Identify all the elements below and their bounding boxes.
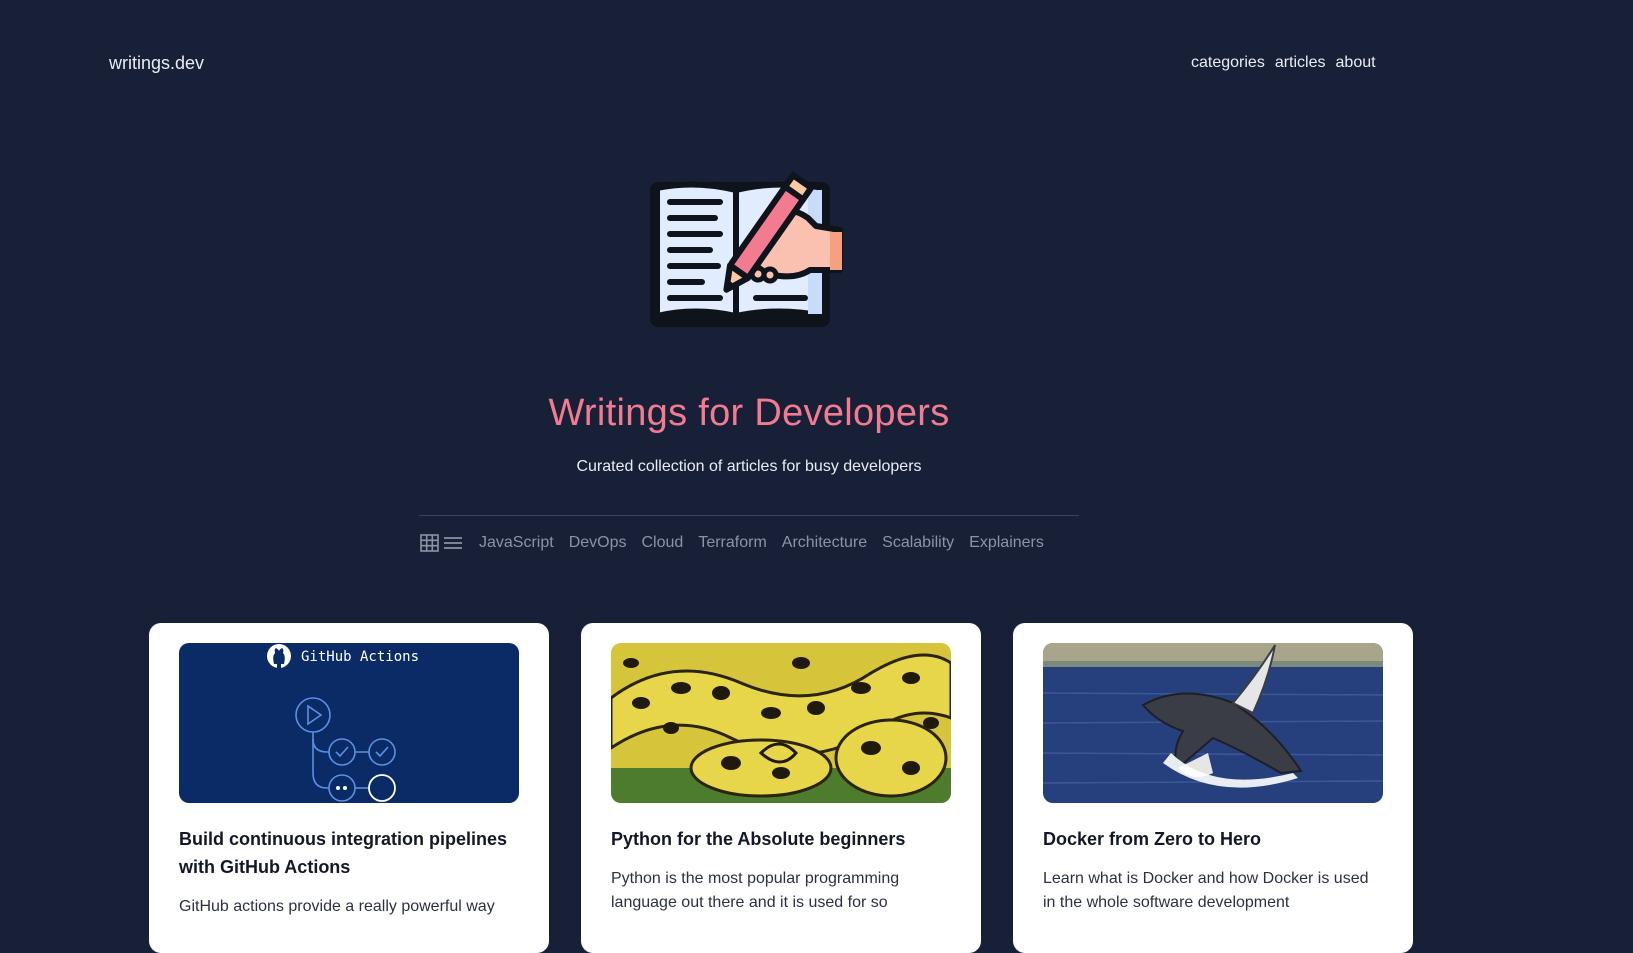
hero-subtitle: Curated collection of articles for busy … xyxy=(576,458,922,475)
image-caption: GitHub Actions xyxy=(301,649,419,665)
article-excerpt: Learn what is Docker and how Docker is u… xyxy=(1043,870,1369,911)
category-javascript[interactable]: JavaScript xyxy=(479,534,554,552)
python-snake-image xyxy=(611,643,951,803)
article-card-python[interactable]: Python for the Absolute beginners Python… xyxy=(581,623,981,953)
category-terraform[interactable]: Terraform xyxy=(698,534,766,552)
category-explainers[interactable]: Explainers xyxy=(969,534,1044,552)
nav-articles[interactable]: articles xyxy=(1275,54,1326,72)
top-nav: categories articles about xyxy=(1191,54,1376,72)
category-architecture[interactable]: Architecture xyxy=(782,534,867,552)
nav-categories[interactable]: categories xyxy=(1191,54,1265,72)
article-title[interactable]: Python for the Absolute beginners xyxy=(611,825,951,853)
article-excerpt: GitHub actions provide a really powerful… xyxy=(179,898,495,915)
book-and-pencil-icon xyxy=(640,160,860,345)
view-toggle xyxy=(420,534,463,552)
whale-image xyxy=(1043,643,1383,803)
site-brand[interactable]: writings.dev xyxy=(109,53,204,74)
category-scalability[interactable]: Scalability xyxy=(882,534,954,552)
article-card-docker[interactable]: Docker from Zero to Hero Learn what is D… xyxy=(1013,623,1413,953)
list-view-icon[interactable] xyxy=(443,534,463,552)
article-title[interactable]: Docker from Zero to Hero xyxy=(1043,825,1383,853)
github-actions-image: GitHub Actions xyxy=(179,643,519,803)
article-grid: GitHub Actions Build continuous integrat… xyxy=(149,623,1413,953)
article-card-github-actions[interactable]: GitHub Actions Build continuous integrat… xyxy=(149,623,549,953)
category-devops[interactable]: DevOps xyxy=(569,534,627,552)
category-cloud[interactable]: Cloud xyxy=(642,534,684,552)
article-title[interactable]: Build continuous integration pipelines w… xyxy=(179,825,519,881)
filter-divider xyxy=(419,515,1079,516)
hero-title: Writings for Developers xyxy=(548,392,950,434)
article-excerpt: Python is the most popular programming l… xyxy=(611,870,900,911)
grid-view-icon[interactable] xyxy=(420,534,439,552)
category-filter-bar: JavaScript DevOps Cloud Terraform Archit… xyxy=(420,534,1059,552)
nav-about[interactable]: about xyxy=(1336,54,1376,72)
